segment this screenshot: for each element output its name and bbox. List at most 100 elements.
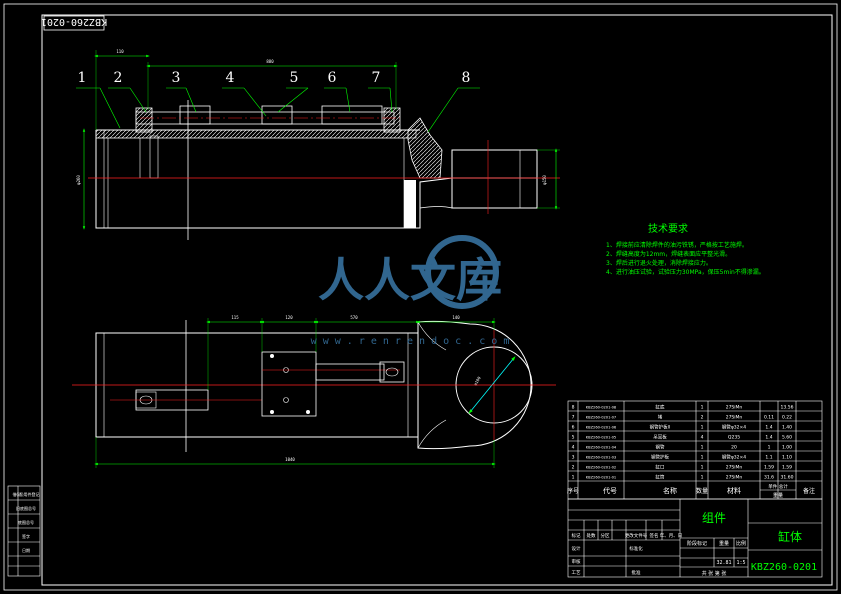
bom-code: KBZ260-0201-02 [586,466,616,470]
bom-unit-weight: 1.59 [764,465,774,471]
drawing-number: KBZ260-0201 [751,562,817,573]
tech-title: 技术要求 [648,222,688,235]
side-label-4: 日期 [22,547,30,553]
bom-code: KBZ260-0201-01 [586,476,616,480]
dim-bottom-overall: 1040 [285,457,295,462]
dim-top-height-right: φ150 [542,175,547,185]
bom-unit-weight: 1 [768,445,771,451]
bom-seq: 1 [572,475,575,481]
bom-total-weight: 0.22 [782,415,792,421]
bom-qty: 1 [701,425,704,431]
dim-top-overall: 880 [266,59,274,64]
bom-qty: 1 [701,405,704,411]
bom-qty: 1 [701,445,704,451]
part-name: 缸体 [778,529,802,544]
balloon-7: 7 [372,70,381,86]
bom-code: KBZ260-0201-06 [586,426,617,430]
bom-qty: 1 [701,465,704,471]
cylinder-bottom-hatch [407,117,443,179]
side-label-3: 签字 [22,533,30,539]
bom-code: KBZ260-0201-08 [586,406,617,410]
scale-value: 1:5 [736,560,745,566]
balloon-5: 5 [290,70,299,86]
bom-seq: 4 [572,445,575,451]
bom-unit-weight: 1.4 [765,435,772,441]
bom-total-weight: 1.40 [782,425,792,431]
balloon-3: 3 [172,70,181,86]
bom-name: 缸口 [656,464,665,471]
assembly-label: 组件 [702,511,726,525]
bom-seq: 2 [572,465,575,471]
bom-code: KBZ260-0201-07 [586,416,616,420]
bom-seq: 3 [572,455,575,461]
cad-drawing: KBZ260-0201 借(通)用件登记 旧底图总号 底图总号 签字 日期 11… [3,3,838,591]
stage-label-1: 重量 [719,540,729,547]
tech-item-1: 1、焊接前应清除焊件的油污铁锈，严格按工艺施焊。 [606,241,748,249]
bom-material: 27SiMn [726,465,743,471]
bom-code: KBZ260-0201-03 [586,456,616,460]
tech-requirements: 技术要求 1、焊接前应清除焊件的油污铁锈，严格按工艺施焊。 2、焊缝高度为12m… [606,222,765,276]
balloon-2: 2 [114,70,123,86]
bom-material: 27SiMn [726,415,743,421]
side-label-1: 旧底图总号 [16,505,36,511]
bom-name: 缸筒 [656,474,665,481]
bom-header-seq: 序号 [567,487,579,495]
bom-total-weight: 1.59 [782,465,792,471]
tech-item-3: 3、焊后进行退火处理，消除焊接应力。 [606,259,712,267]
balloon-6: 6 [328,70,337,86]
bom-total-weight: 1.10 [782,455,792,461]
bom-seq: 6 [572,425,575,431]
rotated-code-text: KBZ260-0201 [41,16,107,27]
bom-qty: 1 [701,455,704,461]
bom-seq: 5 [572,435,575,441]
dim-bottom-radius: 140 [452,315,460,320]
rev-header-3: 更改文件号 [625,532,648,539]
bom-code: KBZ260-0201-04 [586,446,617,450]
side-table [7,485,41,577]
bom-total-weight: 13.56 [781,405,794,411]
rev-header-1: 处数 [587,532,596,539]
dim-top-left-offset: 110 [116,49,124,54]
rev-header-0: 标记 [572,532,581,539]
role-approve: 批准 [632,569,641,576]
stage-label-0: 阶段标记 [687,540,707,547]
dim-top-height-left: φ260 [76,175,81,185]
bom-material: Q235 [728,435,740,441]
bom-unit-weight: 31.6 [764,475,774,481]
dim-bottom-c: 570 [350,315,358,320]
bom-seq: 8 [572,405,575,411]
top-view: 110 880 φ260 φ150 [76,49,560,240]
bom-material: 钢管φ32×4 [722,454,746,461]
rev-header-4: 签名 [650,532,659,539]
bom-code: KBZ260-0201-05 [586,436,616,440]
bom-header-material: 材料 [727,486,741,495]
top-cylinder-outline [95,130,537,229]
bom-name: 钢管 [656,444,665,451]
bom-seq: 7 [572,415,575,421]
bom-header-weight: 重量 [773,492,783,499]
watermark-url: w w w . r e n r e n d o c . c o m [311,336,510,347]
rod-end [451,149,538,209]
bom-total-weight: 31.60 [781,475,794,481]
role-design: 设计 [572,545,581,552]
bom-material: 27SiMn [726,405,743,411]
sheet-text: 共 张 第 张 [702,570,727,577]
watermark: 人人文库 w w w . r e n r e n d o c . c o m [311,235,510,347]
role-process: 工艺 [572,570,581,576]
tech-item-4: 4、进行油压试验，试验压力30MPa，保压5min不得渗漏。 [606,268,765,276]
bom-unit-weight: 1.4 [765,425,772,431]
bom-header-remark: 备注 [803,487,815,495]
bom-total-weight: 5.60 [782,435,792,441]
dim-bottom-b: 120 [285,315,293,320]
bom-name: 钢管护板II [650,424,671,431]
bom-total-weight: 1.00 [782,445,792,451]
bom-header-code: 代号 [603,486,617,495]
bom-name: 缸底 [656,404,665,411]
bom-material: 钢管φ32×4 [722,424,746,431]
bom-name: 吊耳板 [653,434,667,441]
side-label-2: 底图总号 [18,519,34,525]
rotated-code-box: KBZ260-0201 [41,15,107,31]
lug-plate [261,351,317,417]
rev-header-5: 年、月、日 [660,532,683,539]
weight-value: 32.81 [716,560,731,566]
